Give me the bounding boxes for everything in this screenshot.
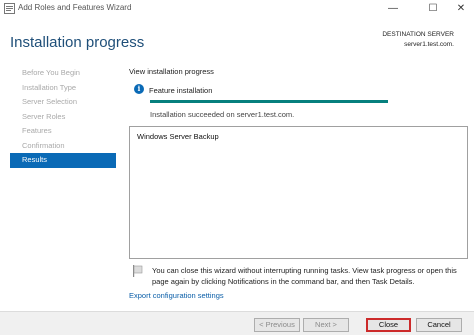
minimize-icon[interactable]: — — [380, 1, 406, 16]
nav-item-server-roles[interactable]: Server Roles — [10, 110, 116, 125]
wizard-app-icon — [4, 3, 15, 14]
maximize-icon[interactable]: ☐ — [420, 1, 446, 16]
note-text: You can close this wizard without interr… — [152, 266, 457, 286]
note-flag-icon — [133, 265, 143, 277]
close-window-icon[interactable]: ✕ — [448, 1, 474, 16]
title-bar: Add Roles and Features Wizard — ☐ ✕ — [0, 0, 474, 18]
window-title: Add Roles and Features Wizard — [18, 3, 132, 12]
previous-button[interactable]: < Previous — [254, 318, 300, 332]
nav-item-confirmation[interactable]: Confirmation — [10, 139, 116, 154]
nav-item-results[interactable]: Results — [10, 153, 116, 168]
next-button[interactable]: Next > — [303, 318, 349, 332]
info-icon: i — [134, 84, 144, 94]
wizard-steps-nav: Before You Begin Installation Type Serve… — [10, 66, 116, 168]
results-box: Windows Server Backup — [129, 126, 468, 259]
feature-installation-label: Feature installation — [149, 86, 213, 95]
installation-progress-bar — [150, 100, 388, 103]
export-configuration-link[interactable]: Export configuration settings — [129, 291, 224, 300]
page-title: Installation progress — [10, 34, 145, 51]
result-item: Windows Server Backup — [137, 132, 219, 141]
nav-item-before-you-begin[interactable]: Before You Begin — [10, 66, 116, 81]
wizard-header: Installation progress DESTINATION SERVER… — [0, 18, 474, 60]
nav-item-server-selection[interactable]: Server Selection — [10, 95, 116, 110]
destination-server-name: server1.test.com. — [404, 41, 454, 48]
nav-item-features[interactable]: Features — [10, 124, 116, 139]
progress-fill — [150, 100, 388, 103]
section-label: View installation progress — [129, 67, 214, 76]
installation-status-text: Installation succeeded on server1.test.c… — [150, 110, 295, 119]
destination-server-label: DESTINATION SERVER — [382, 31, 454, 38]
close-button[interactable]: Close — [366, 318, 411, 332]
cancel-button[interactable]: Cancel — [416, 318, 462, 332]
wizard-footer: < Previous Next > Close Cancel — [0, 311, 474, 335]
nav-item-installation-type[interactable]: Installation Type — [10, 81, 116, 96]
